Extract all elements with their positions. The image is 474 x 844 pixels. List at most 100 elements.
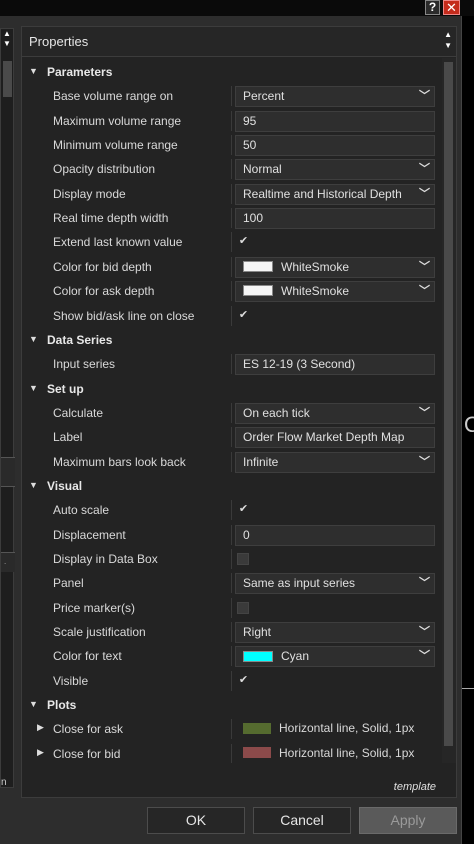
column-divider xyxy=(231,743,232,763)
property-value: 50 xyxy=(243,138,257,153)
property-value: On each tick xyxy=(243,405,310,420)
chevron-down-icon[interactable]: ﹀ xyxy=(419,160,430,179)
checkbox-checked[interactable]: ✔ xyxy=(237,235,250,248)
category-parameters[interactable]: ▼ Parameters xyxy=(22,60,441,84)
checkbox-checked[interactable]: ✔ xyxy=(237,309,250,322)
property-value: Realtime and Historical Depth xyxy=(243,186,402,201)
scroll-up-icon[interactable]: ▲ xyxy=(3,29,11,38)
property-label: Display in Data Box xyxy=(53,552,158,566)
plot-color-swatch xyxy=(243,747,271,759)
column-divider xyxy=(231,451,232,472)
chevron-down-icon[interactable]: ﹀ xyxy=(419,282,430,301)
property-dropdown[interactable]: Realtime and Historical Depth ﹀ xyxy=(235,183,435,205)
property-input[interactable]: 100 xyxy=(235,208,435,230)
background-chart-edge: O xyxy=(462,16,474,844)
property-value-cell: WhiteSmoke ﹀ xyxy=(235,279,435,303)
color-picker-dropdown[interactable]: WhiteSmoke ﹀ xyxy=(235,256,435,278)
property-value: Infinite xyxy=(243,454,279,469)
scroll-up-icon[interactable]: ▲ xyxy=(444,30,452,39)
chevron-down-icon[interactable]: ﹀ xyxy=(419,258,430,277)
property-label: Color for ask depth xyxy=(53,284,155,299)
category-data-series[interactable]: ▼ Data Series xyxy=(22,328,441,352)
chevron-down-icon[interactable]: ﹀ xyxy=(419,647,430,666)
list-section-divider xyxy=(1,457,15,487)
apply-button[interactable]: Apply xyxy=(359,807,457,834)
expand-chevron-icon[interactable]: ▼ xyxy=(29,699,38,709)
property-input[interactable]: 95 xyxy=(235,110,435,132)
property-input[interactable]: 50 xyxy=(235,135,435,157)
property-label: Price marker(s) xyxy=(53,600,136,615)
property-dropdown[interactable]: Normal ﹀ xyxy=(235,159,435,181)
chevron-down-icon[interactable]: ﹀ xyxy=(419,453,430,472)
category-set-up[interactable]: ▼ Set up xyxy=(22,377,441,401)
help-button[interactable]: ? xyxy=(425,0,440,15)
property-value-cell: 50 xyxy=(235,133,435,157)
property-label: Minimum volume range xyxy=(53,138,178,153)
scroll-down-icon[interactable]: ▼ xyxy=(444,41,452,50)
property-dropdown[interactable]: Infinite ﹀ xyxy=(235,451,435,473)
property-input[interactable]: ES 12-19 (3 Second) xyxy=(235,354,435,376)
checkbox-unchecked[interactable] xyxy=(237,553,249,565)
plot-style-value[interactable]: Horizontal line, Solid, 1px xyxy=(235,744,435,763)
category-visual[interactable]: ▼ Visual xyxy=(22,474,441,498)
column-divider xyxy=(231,719,232,740)
background-line xyxy=(462,688,474,689)
chevron-down-icon[interactable]: ﹀ xyxy=(419,185,430,204)
checkbox-checked[interactable]: ✔ xyxy=(237,503,250,516)
property-row-color-for-ask-depth: Color for ask depth WhiteSmoke ﹀ xyxy=(22,279,441,303)
checkbox-checked[interactable]: ✔ xyxy=(237,674,250,687)
color-picker-dropdown[interactable]: WhiteSmoke ﹀ xyxy=(235,281,435,303)
collapsed-chevron-icon[interactable]: ▶ xyxy=(37,747,44,758)
property-input[interactable]: Order Flow Market Depth Map xyxy=(235,427,435,449)
property-value-cell: On each tick ﹀ xyxy=(235,401,435,425)
plot-color-swatch xyxy=(243,722,271,734)
close-button[interactable]: ✕ xyxy=(443,0,460,15)
chevron-down-icon[interactable]: ﹀ xyxy=(419,87,430,106)
column-divider xyxy=(231,232,232,253)
color-picker-dropdown[interactable]: Cyan ﹀ xyxy=(235,646,435,668)
properties-panel: Properties ▲ ▼ ▼ Parameters Base volume ra… xyxy=(21,26,457,798)
template-link[interactable]: template xyxy=(394,781,436,793)
property-value: Same as input series xyxy=(243,576,356,591)
expand-chevron-icon[interactable]: ▼ xyxy=(29,383,38,393)
property-dropdown[interactable]: On each tick ﹀ xyxy=(235,402,435,424)
expand-chevron-icon[interactable]: ▼ xyxy=(29,66,38,76)
property-value: ES 12-19 (3 Second) xyxy=(243,357,356,372)
property-value: WhiteSmoke xyxy=(281,284,350,299)
column-divider xyxy=(231,670,232,691)
property-input[interactable]: 0 xyxy=(235,524,435,546)
cancel-button[interactable]: Cancel xyxy=(253,807,351,834)
property-grid-scrollbar[interactable] xyxy=(442,58,456,763)
chevron-down-icon[interactable]: ﹀ xyxy=(419,404,430,423)
property-dropdown[interactable]: Right ﹀ xyxy=(235,622,435,644)
expand-chevron-icon[interactable]: ▼ xyxy=(29,334,38,344)
plot-style-value[interactable]: Horizontal line, Solid, 1px xyxy=(235,719,435,740)
property-row-real-time-depth-width: Real time depth width 100 xyxy=(22,206,441,230)
property-value: 95 xyxy=(243,113,257,128)
category-plots[interactable]: ▼ Plots xyxy=(22,693,441,717)
column-divider xyxy=(231,597,232,618)
property-label: Visible xyxy=(53,673,89,688)
chevron-down-icon[interactable]: ﹀ xyxy=(419,574,430,593)
chevron-down-icon[interactable]: ﹀ xyxy=(419,623,430,642)
property-label: Calculate xyxy=(53,405,104,420)
scrollbar-thumb[interactable] xyxy=(444,62,453,746)
property-value: Percent xyxy=(243,89,285,104)
color-swatch xyxy=(243,650,273,662)
column-divider xyxy=(231,135,232,156)
property-dropdown[interactable]: Percent ﹀ xyxy=(235,86,435,108)
scroll-down-icon[interactable]: ▼ xyxy=(3,39,11,48)
checkbox-unchecked[interactable] xyxy=(237,601,249,614)
property-value-cell: Horizontal line, Solid, 1px xyxy=(235,742,435,763)
indicator-list-pane: ▲ ▼ . n xyxy=(0,28,15,788)
expand-chevron-icon[interactable]: ▼ xyxy=(29,480,38,490)
property-value-cell: ✔ xyxy=(235,669,435,693)
ok-button[interactable]: OK xyxy=(147,807,245,834)
title-bar: ? ✕ xyxy=(0,0,474,16)
property-dropdown[interactable]: Same as input series ﹀ xyxy=(235,573,435,595)
property-value-cell xyxy=(235,596,435,620)
list-scrollbar-thumb[interactable] xyxy=(3,61,12,97)
property-label: Close for ask xyxy=(53,722,124,737)
category-label: Data Series xyxy=(47,332,113,347)
collapsed-chevron-icon[interactable]: ▶ xyxy=(37,722,44,733)
